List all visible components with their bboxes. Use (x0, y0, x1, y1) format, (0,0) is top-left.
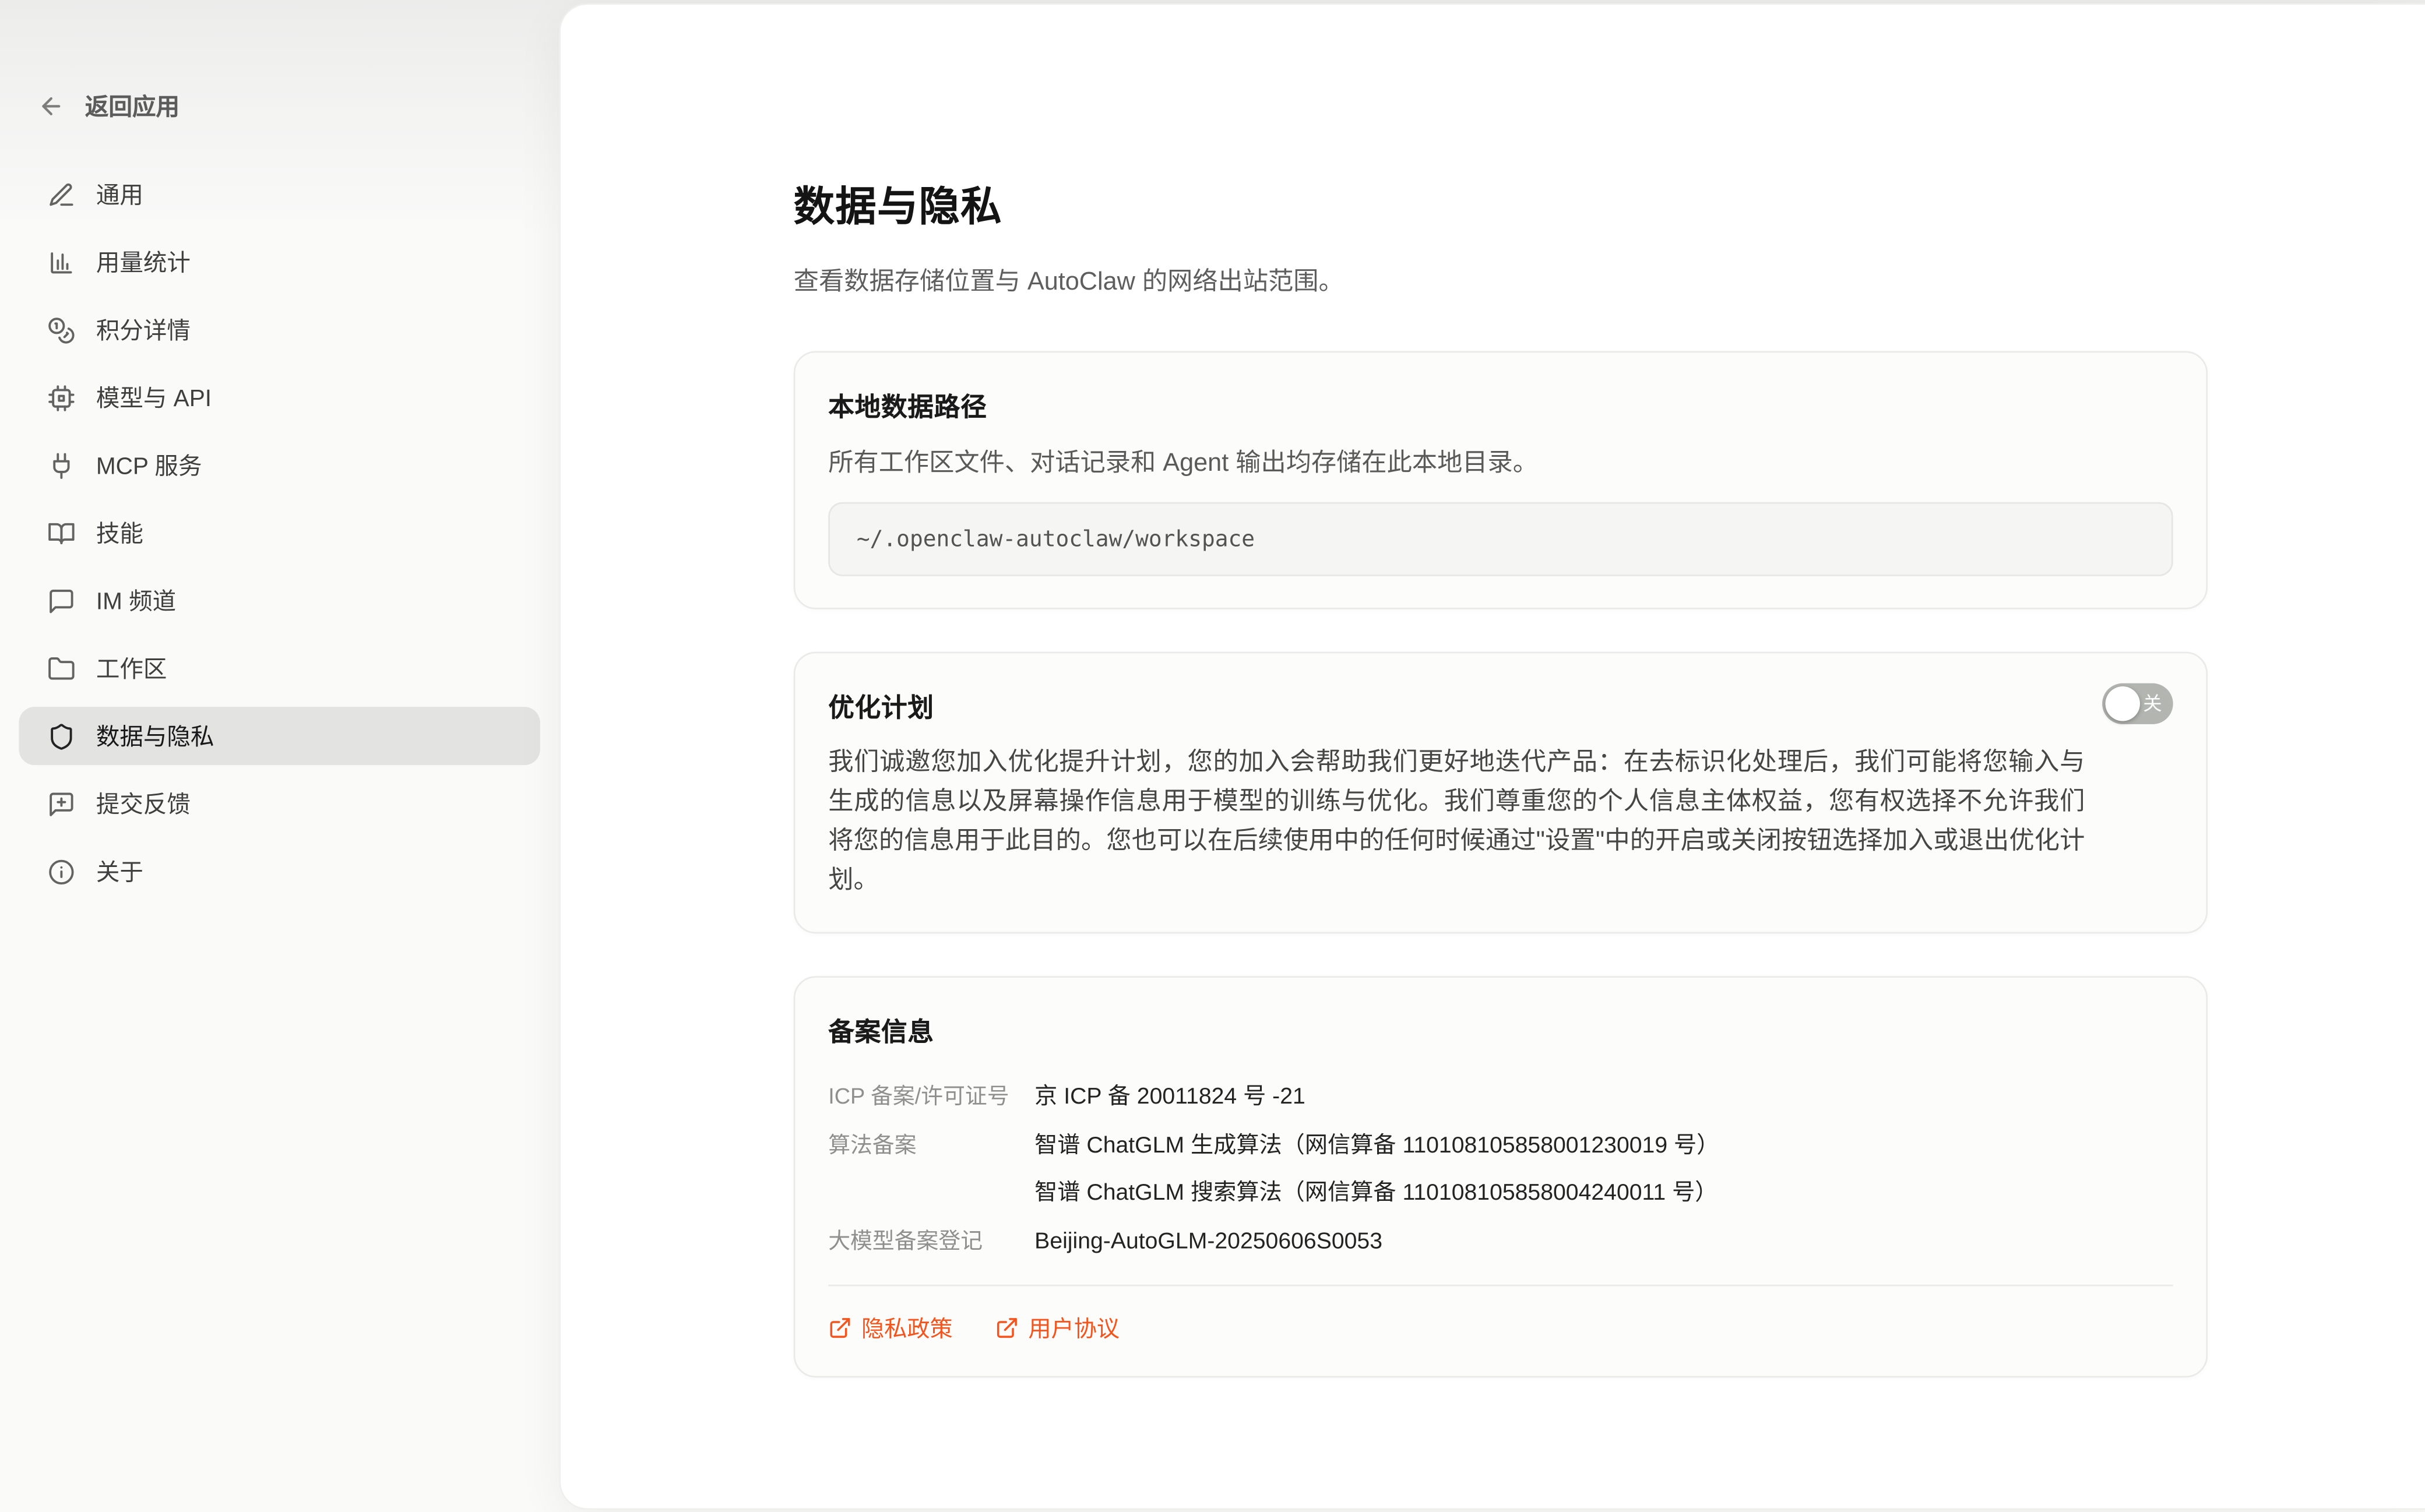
privacy-policy-link[interactable]: 隐私政策 (828, 1312, 952, 1345)
settings-sidebar: 返回应用 通用 用量统计 积分详情 (0, 0, 559, 1512)
optimization-toggle[interactable]: 关 (2102, 683, 2173, 724)
info-circle-icon (47, 857, 76, 886)
external-link-icon (995, 1316, 1019, 1340)
local-data-path-description: 所有工作区文件、对话记录和 Agent 输出均存储在此本地目录。 (828, 441, 2173, 479)
book-open-icon (47, 519, 76, 547)
cpu-chip-icon (47, 383, 76, 412)
optimization-plan-card: 优化计划 关 我们诚邀您加入优化提升计划，您的加入会帮助我们更好地迭代产品：在去… (794, 652, 2208, 934)
coins-icon (47, 316, 76, 344)
back-to-app-button[interactable]: 返回应用 (19, 90, 540, 123)
sidebar-item-im-channels[interactable]: IM 频道 (19, 572, 540, 630)
settings-window: 返回应用 通用 用量统计 积分详情 (0, 0, 2425, 1512)
card-divider (828, 1285, 2173, 1287)
data-privacy-page: 数据与隐私 查看数据存储位置与 AutoClaw 的网络出站范围。 本地数据路径… (561, 5, 2208, 1377)
sidebar-item-label: 数据与隐私 (96, 720, 214, 753)
registration-rows: ICP 备案/许可证号 京 ICP 备 20011824 号 -21 算法备案 … (828, 1081, 2173, 1258)
registration-info-card: 备案信息 ICP 备案/许可证号 京 ICP 备 20011824 号 -21 … (794, 976, 2208, 1377)
sidebar-item-about[interactable]: 关于 (19, 843, 540, 901)
optimization-plan-description: 我们诚邀您加入优化提升计划，您的加入会帮助我们更好地迭代产品：在去标识化处理后，… (828, 743, 2085, 900)
arrow-left-icon (38, 93, 65, 119)
algorithm-registration-value-2: 智谱 ChatGLM 搜索算法（网信算备 1101081058580042400… (1034, 1179, 2173, 1209)
plug-icon (47, 451, 76, 480)
toggle-state-label: 关 (2143, 683, 2162, 724)
folder-icon (47, 654, 76, 683)
sidebar-item-label: 通用 (96, 178, 143, 211)
sidebar-item-mcp-services[interactable]: MCP 服务 (19, 436, 540, 494)
icp-license-label: ICP 备案/许可证号 (828, 1081, 1034, 1111)
workspace-path-field[interactable]: ~/.openclaw-autoclaw/workspace (828, 502, 2173, 576)
algorithm-registration-value-1: 智谱 ChatGLM 生成算法（网信算备 1101081058580012300… (1034, 1132, 2173, 1162)
icp-license-value: 京 ICP 备 20011824 号 -21 (1034, 1083, 2173, 1113)
sidebar-item-skills[interactable]: 技能 (19, 504, 540, 562)
local-data-path-card: 本地数据路径 所有工作区文件、对话记录和 Agent 输出均存储在此本地目录。 … (794, 351, 2208, 609)
sidebar-item-workspace[interactable]: 工作区 (19, 639, 540, 697)
sidebar-item-general[interactable]: 通用 (19, 165, 540, 224)
external-link-icon (828, 1316, 852, 1340)
page-title: 数据与隐私 (794, 175, 2208, 233)
message-square-icon (47, 586, 76, 615)
back-to-app-label: 返回应用 (85, 90, 180, 123)
sidebar-item-label: 模型与 API (96, 381, 212, 414)
workspace-path-value: ~/.openclaw-autoclaw/workspace (857, 527, 1255, 552)
sidebar-item-label: MCP 服务 (96, 449, 202, 482)
sidebar-item-feedback[interactable]: 提交反馈 (19, 774, 540, 833)
message-square-plus-icon (47, 790, 76, 818)
sidebar-item-label: 关于 (96, 855, 143, 888)
sidebar-item-label: 技能 (96, 516, 143, 549)
pencil-icon (47, 180, 76, 209)
sidebar-item-label: IM 频道 (96, 584, 176, 617)
policy-links: 隐私政策 用户协议 (828, 1312, 2173, 1345)
sidebar-item-label: 提交反馈 (96, 787, 191, 820)
sidebar-item-data-privacy[interactable]: 数据与隐私 (19, 707, 540, 765)
llm-registration-label: 大模型备案登记 (828, 1226, 1034, 1256)
shield-icon (47, 722, 76, 750)
user-agreement-link[interactable]: 用户协议 (995, 1312, 1120, 1345)
main-panel: 数据与隐私 查看数据存储位置与 AutoClaw 的网络出站范围。 本地数据路径… (559, 3, 2425, 1510)
sidebar-item-credits[interactable]: 积分详情 (19, 301, 540, 359)
sidebar-item-label: 用量统计 (96, 246, 191, 279)
sidebar-item-label: 工作区 (96, 652, 167, 685)
sidebar-item-label: 积分详情 (96, 313, 191, 347)
bar-chart-icon (47, 248, 76, 277)
user-agreement-label: 用户协议 (1028, 1312, 1120, 1345)
page-subtitle: 查看数据存储位置与 AutoClaw 的网络出站范围。 (794, 260, 2208, 298)
registration-info-title: 备案信息 (828, 1011, 2173, 1049)
llm-registration-value: Beijing-AutoGLM-20250606S0053 (1034, 1228, 2173, 1258)
settings-cards: 本地数据路径 所有工作区文件、对话记录和 Agent 输出均存储在此本地目录。 … (794, 351, 2208, 1378)
sidebar-nav: 通用 用量统计 积分详情 模型与 API (19, 165, 540, 910)
optimization-plan-title: 优化计划 (828, 686, 2173, 724)
algorithm-registration-label: 算法备案 (828, 1130, 1034, 1160)
sidebar-item-models-api[interactable]: 模型与 API (19, 368, 540, 427)
toggle-knob (2106, 686, 2140, 721)
sidebar-item-usage-stats[interactable]: 用量统计 (19, 233, 540, 291)
local-data-path-title: 本地数据路径 (828, 386, 2173, 424)
privacy-policy-label: 隐私政策 (861, 1312, 953, 1345)
